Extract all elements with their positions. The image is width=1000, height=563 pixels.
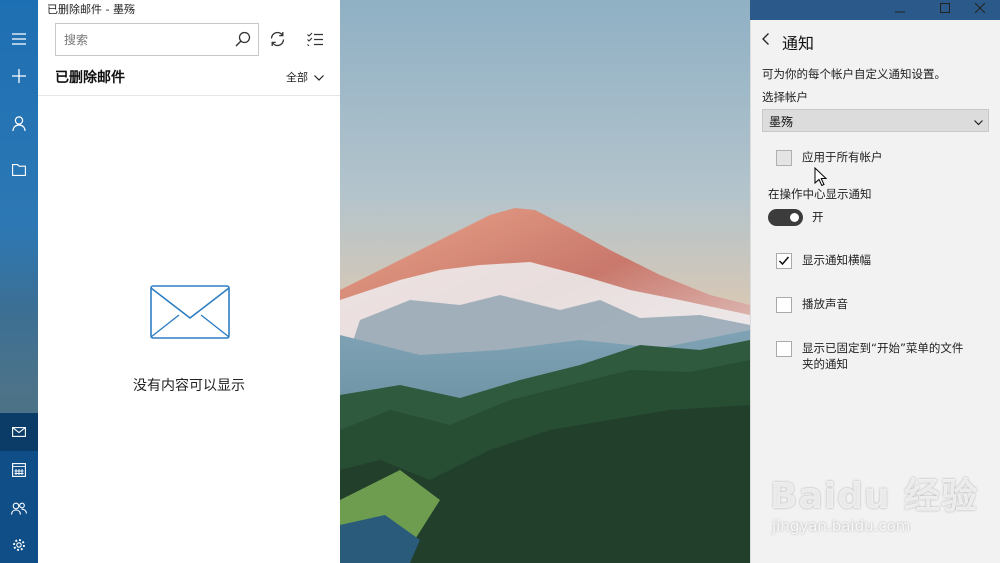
chevron-down-icon	[314, 71, 324, 84]
action-center-state: 开	[812, 210, 824, 224]
hamburger-menu-icon[interactable]	[0, 20, 38, 58]
maximize-icon	[940, 2, 950, 16]
search-input[interactable]	[64, 31, 224, 49]
account-select[interactable]: 墨殇	[762, 109, 989, 132]
banner-label: 显示通知横幅	[802, 253, 871, 267]
select-account-label: 选择帐户	[762, 90, 808, 104]
apply-all-checkbox[interactable]	[776, 150, 792, 166]
people-icon[interactable]	[0, 489, 38, 527]
account-select-value: 墨殇	[769, 115, 794, 129]
back-arrow-icon[interactable]	[762, 33, 770, 48]
watermark-url: jingyan.baidu.com	[772, 517, 911, 535]
panel-description: 可为你的每个帐户自定义通知设置。	[762, 67, 946, 81]
selection-mode-button[interactable]	[302, 27, 328, 53]
close-icon	[974, 2, 986, 16]
maximize-button[interactable]	[925, 0, 965, 18]
empty-envelope-icon	[150, 285, 230, 342]
sync-icon	[269, 31, 286, 50]
minimize-icon	[895, 2, 905, 16]
wallpaper-image	[340, 0, 750, 563]
banner-checkbox[interactable]	[776, 253, 792, 269]
checklist-icon	[307, 32, 323, 49]
panel-title: 通知	[782, 34, 815, 53]
filter-label: 全部	[286, 71, 308, 84]
chevron-down-icon	[974, 115, 983, 129]
accounts-icon[interactable]	[0, 104, 38, 142]
search-icon[interactable]	[235, 31, 251, 50]
mouse-cursor-icon	[814, 166, 828, 190]
mail-list-pane: 已删除邮件 - 墨殇 已删除邮件 全部 没有内容可以显示	[38, 0, 340, 563]
mail-icon[interactable]	[0, 413, 38, 451]
settings-icon[interactable]	[0, 526, 38, 563]
sync-button[interactable]	[264, 27, 290, 53]
window-title: 已删除邮件 - 墨殇	[47, 3, 135, 16]
filter-dropdown[interactable]: 全部	[286, 69, 324, 85]
baidu-watermark: Baidu 经验 jingyan.baidu.com	[760, 455, 990, 545]
watermark-logo: Baidu 经验	[770, 476, 979, 517]
new-mail-icon[interactable]	[0, 57, 38, 95]
action-center-toggle[interactable]	[768, 209, 803, 226]
nav-rail	[0, 0, 38, 563]
pinned-folders-label-line2: 夹的通知	[802, 357, 848, 371]
apply-all-label: 应用于所有帐户	[802, 150, 883, 164]
calendar-icon[interactable]	[0, 451, 38, 489]
minimize-button[interactable]	[880, 0, 920, 18]
list-divider	[38, 95, 340, 96]
empty-message: 没有内容可以显示	[133, 378, 245, 394]
sound-label: 播放声音	[802, 297, 848, 311]
sound-checkbox[interactable]	[776, 297, 792, 313]
close-button[interactable]	[960, 0, 1000, 18]
folders-icon[interactable]	[0, 151, 38, 189]
pinned-folders-label-line1: 显示已固定到“开始”菜单的文件	[802, 341, 964, 355]
toggle-knob	[790, 213, 799, 222]
search-box[interactable]	[55, 23, 259, 56]
pinned-folders-checkbox[interactable]	[776, 341, 792, 357]
folder-title: 已删除邮件	[55, 70, 125, 86]
